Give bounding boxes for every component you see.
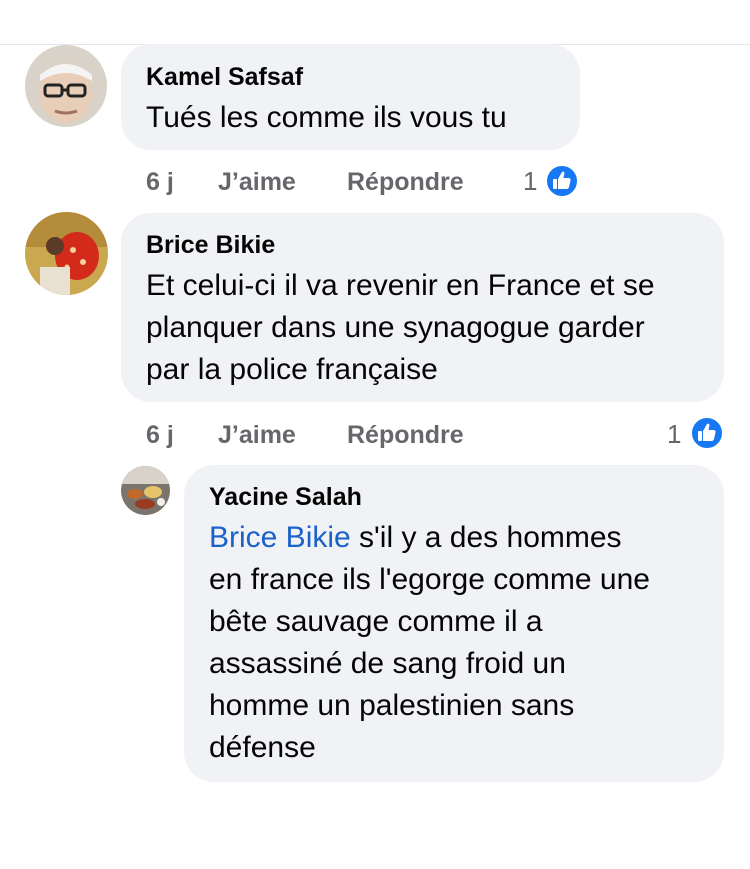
comment-time[interactable]: 6 j bbox=[146, 168, 174, 197]
comment-author[interactable]: Kamel Safsaf bbox=[146, 63, 303, 92]
reply-text-line: Brice Bikie s'il y a des hommes bbox=[209, 517, 650, 559]
reply-author[interactable]: Yacine Salah bbox=[209, 483, 362, 512]
avatar-brice[interactable] bbox=[25, 212, 108, 295]
thumbs-up-icon[interactable] bbox=[545, 164, 579, 203]
reply-text-line: bête sauvage comme il a bbox=[209, 605, 543, 638]
reaction-count[interactable]: 1 bbox=[667, 419, 681, 450]
avatar-kamel[interactable] bbox=[25, 45, 107, 127]
avatar-yacine[interactable] bbox=[121, 466, 170, 515]
reply-text-line: assassiné de sang froid un bbox=[209, 647, 566, 680]
reply-text-line: en france ils l'egorge comme une bbox=[209, 563, 650, 596]
comment-text: Tués les comme ils vous tu bbox=[146, 101, 507, 134]
like-button[interactable]: J’aime bbox=[218, 421, 296, 450]
reply-text-line: homme un palestinien sans bbox=[209, 689, 575, 722]
comment-text-line: planquer dans une synagogue garder bbox=[146, 311, 645, 344]
reply-button[interactable]: Répondre bbox=[347, 421, 464, 450]
reply-text-line: défense bbox=[209, 731, 316, 764]
mention-link[interactable]: Brice Bikie bbox=[209, 521, 351, 554]
comment-text-line: par la police française bbox=[146, 353, 438, 386]
reply-text-fragment: s'il y a des hommes bbox=[350, 521, 622, 554]
comment-text-line: Et celui-ci il va revenir en France et s… bbox=[146, 269, 655, 302]
like-button[interactable]: J’aime bbox=[218, 168, 296, 197]
comment-time[interactable]: 6 j bbox=[146, 421, 174, 450]
reaction-count[interactable]: 1 bbox=[523, 166, 537, 197]
thumbs-up-icon[interactable] bbox=[690, 416, 724, 455]
reply-button[interactable]: Répondre bbox=[347, 168, 464, 197]
comment-text: Et celui-ci il va revenir en France et s… bbox=[146, 265, 655, 391]
comment-author[interactable]: Brice Bikie bbox=[146, 231, 275, 260]
reply-text: Brice Bikie s'il y a des hommes en franc… bbox=[209, 517, 650, 769]
